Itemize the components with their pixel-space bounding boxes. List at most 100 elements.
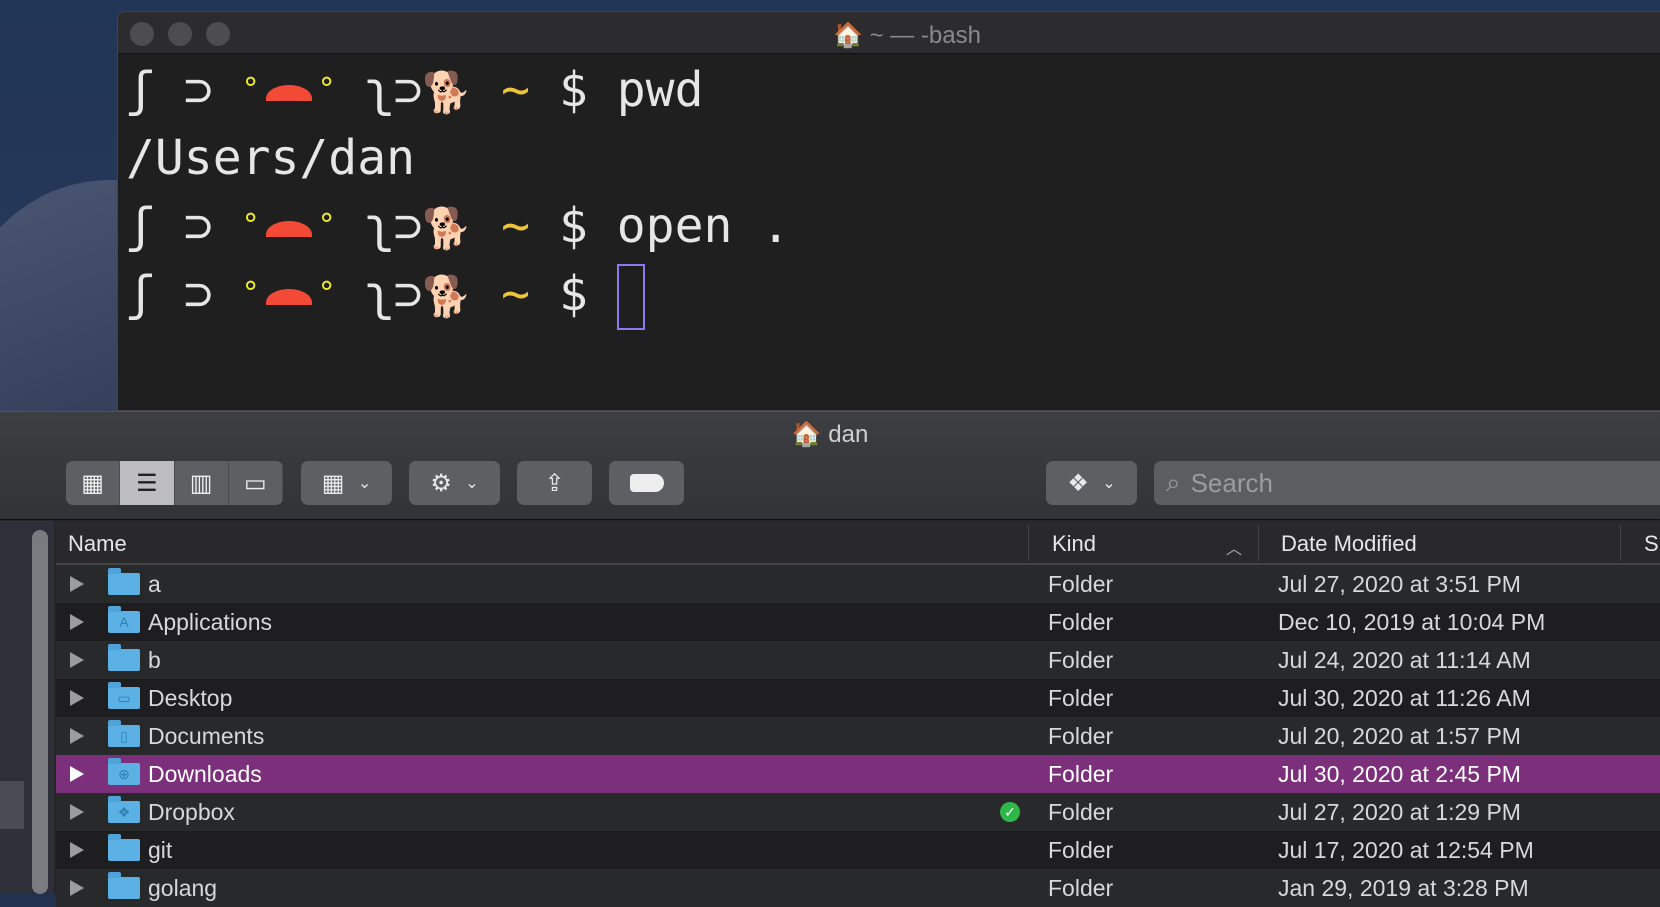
column-date-modified[interactable]: Date Modified: [1281, 531, 1417, 557]
disclosure-triangle-icon[interactable]: [70, 804, 84, 820]
finder-window[interactable]: 🏠 dan ▦ ☰ ▥ ▭ ▦ ⌄ ⚙ ⌄ ⇪ ❖ ⌄ ⌕ Search Name…: [0, 411, 1660, 907]
file-kind: Folder: [1048, 723, 1114, 749]
file-date-modified: Jul 17, 2020 at 12:54 PM: [1278, 837, 1534, 863]
terminal-window[interactable]: 🏠 ~ — -bash ʃ ⊃ ° ° ʅ⊃🐕 ~ $ pwd/Users/dan…: [117, 11, 1660, 411]
file-row[interactable]: a Folder Jul 27, 2020 at 3:51 PM: [56, 565, 1660, 603]
file-row[interactable]: A Applications Folder Dec 10, 2019 at 10:04…: [56, 603, 1660, 641]
prompt-face-right: ʅ⊃: [364, 266, 423, 322]
grid-view-icon[interactable]: ▦: [66, 461, 121, 505]
prompt-mouth: [265, 289, 312, 305]
file-row[interactable]: git Folder Jul 17, 2020 at 12:54 PM: [56, 831, 1660, 869]
column-size[interactable]: S: [1644, 531, 1659, 557]
file-row[interactable]: ❖ Dropbox ✓ Folder Jul 27, 2020 at 1:29 PM: [56, 793, 1660, 831]
terminal-titlebar[interactable]: 🏠 ~ — -bash: [118, 12, 1660, 54]
file-row[interactable]: ⊕ Downloads Folder Jul 30, 2020 at 2:45 PM: [56, 755, 1660, 793]
column-divider[interactable]: [1620, 525, 1621, 561]
file-rows: a Folder Jul 27, 2020 at 3:51 PM A Applicati…: [56, 565, 1660, 907]
search-input[interactable]: ⌕ Search: [1154, 461, 1660, 505]
dropbox-button[interactable]: ❖ ⌄: [1046, 461, 1137, 505]
prompt-face-left: ʃ ⊃: [126, 198, 242, 254]
file-name: Downloads: [148, 761, 262, 787]
file-name: golang: [148, 875, 218, 901]
file-name: Documents: [148, 723, 265, 749]
prompt-eye: °: [317, 208, 336, 243]
disclosure-triangle-icon[interactable]: [70, 652, 84, 668]
file-kind: Folder: [1048, 875, 1114, 901]
prompt-face-left: ʃ ⊃: [126, 62, 242, 118]
command-text: open .: [616, 198, 791, 254]
finder-toolbar: 🏠 dan ▦ ☰ ▥ ▭ ▦ ⌄ ⚙ ⌄ ⇪ ❖ ⌄ ⌕ Search: [0, 412, 1660, 520]
prompt-dollar: $: [558, 266, 588, 322]
tag-icon: [629, 474, 664, 492]
file-name: git: [148, 837, 173, 863]
list-view-icon[interactable]: ☰: [120, 461, 175, 505]
terminal-output-line: /Users/dan: [126, 124, 415, 192]
column-header: Name Kind ︿ Date Modified S: [56, 521, 1660, 565]
prompt-face-right: ʅ⊃: [364, 198, 423, 254]
file-kind: Folder: [1048, 571, 1114, 597]
disclosure-triangle-icon[interactable]: [70, 728, 84, 744]
terminal-prompt-line: ʃ ⊃ ° ° ʅ⊃🐕 ~ $: [126, 260, 645, 330]
file-name: a: [148, 571, 161, 597]
dropbox-synced-icon: ✓: [1000, 802, 1020, 822]
terminal-cursor: [616, 264, 645, 330]
prompt-eye: °: [241, 72, 260, 107]
disclosure-triangle-icon[interactable]: [70, 690, 84, 706]
folder-icon: A: [108, 606, 140, 633]
prompt-cwd: ~: [501, 266, 531, 322]
file-row[interactable]: ▯ Documents Folder Jul 20, 2020 at 1:57 PM: [56, 717, 1660, 755]
file-date-modified: Jan 29, 2019 at 3:28 PM: [1278, 875, 1529, 901]
file-date-modified: Jul 27, 2020 at 3:51 PM: [1278, 571, 1521, 597]
view-mode-control[interactable]: ▦ ☰ ▥ ▭: [66, 461, 283, 505]
prompt-face-right: ʅ⊃: [364, 62, 423, 118]
share-button[interactable]: ⇪: [517, 461, 592, 505]
dog-icon: 🐕: [422, 206, 473, 252]
dog-icon: 🐕: [422, 274, 473, 320]
file-list[interactable]: Name Kind ︿ Date Modified S a Folder Jul 2…: [56, 521, 1660, 907]
terminal-prompt-line: ʃ ⊃ ° ° ʅ⊃🐕 ~ $ open .: [126, 192, 790, 260]
column-name[interactable]: Name: [68, 531, 127, 557]
disclosure-triangle-icon[interactable]: [70, 842, 84, 858]
file-row[interactable]: golang Folder Jan 29, 2019 at 3:28 PM: [56, 869, 1660, 907]
chevron-down-icon: ⌄: [1102, 475, 1116, 492]
group-icon: ▦: [321, 469, 345, 497]
disclosure-triangle-icon[interactable]: [70, 766, 84, 782]
gallery-view-icon[interactable]: ▭: [228, 461, 283, 505]
dropbox-icon: ❖: [1067, 469, 1089, 497]
folder-icon: ▯: [108, 720, 140, 747]
file-row[interactable]: ▭ Desktop Folder Jul 30, 2020 at 11:26 AM: [56, 679, 1660, 717]
disclosure-triangle-icon[interactable]: [70, 576, 84, 592]
command-text: pwd: [616, 62, 704, 118]
group-button[interactable]: ▦ ⌄: [301, 461, 392, 505]
file-row[interactable]: b Folder Jul 24, 2020 at 11:14 AM: [56, 641, 1660, 679]
folder-icon: [108, 834, 140, 861]
prompt-mouth: [265, 221, 312, 237]
prompt-cwd: ~: [501, 62, 531, 118]
disclosure-triangle-icon[interactable]: [70, 614, 84, 630]
file-date-modified: Jul 20, 2020 at 1:57 PM: [1278, 723, 1521, 749]
column-divider[interactable]: [1028, 525, 1029, 561]
prompt-eye: °: [241, 208, 260, 243]
column-divider[interactable]: [1258, 525, 1259, 561]
sidebar-scrollbar[interactable]: [32, 530, 48, 894]
folder-icon: [108, 568, 140, 595]
sidebar-selected-item[interactable]: [0, 781, 24, 829]
file-kind: Folder: [1048, 609, 1114, 635]
action-button[interactable]: ⚙ ⌄: [409, 461, 500, 505]
file-kind: Folder: [1048, 685, 1114, 711]
folder-icon: [108, 872, 140, 899]
share-icon: ⇪: [544, 469, 565, 497]
file-kind: Folder: [1048, 647, 1114, 673]
search-placeholder: Search: [1190, 467, 1273, 498]
column-view-icon[interactable]: ▥: [174, 461, 229, 505]
prompt-dollar: $: [558, 62, 588, 118]
column-kind[interactable]: Kind: [1052, 531, 1096, 557]
prompt-eye: °: [317, 72, 336, 107]
tag-button[interactable]: [609, 461, 684, 505]
file-kind: Folder: [1048, 837, 1114, 863]
prompt-dollar: $: [558, 198, 588, 254]
chevron-down-icon: ⌄: [357, 475, 372, 492]
file-name: b: [148, 647, 161, 673]
folder-icon: ▭: [108, 682, 140, 709]
file-date-modified: Jul 27, 2020 at 1:29 PM: [1278, 799, 1521, 825]
